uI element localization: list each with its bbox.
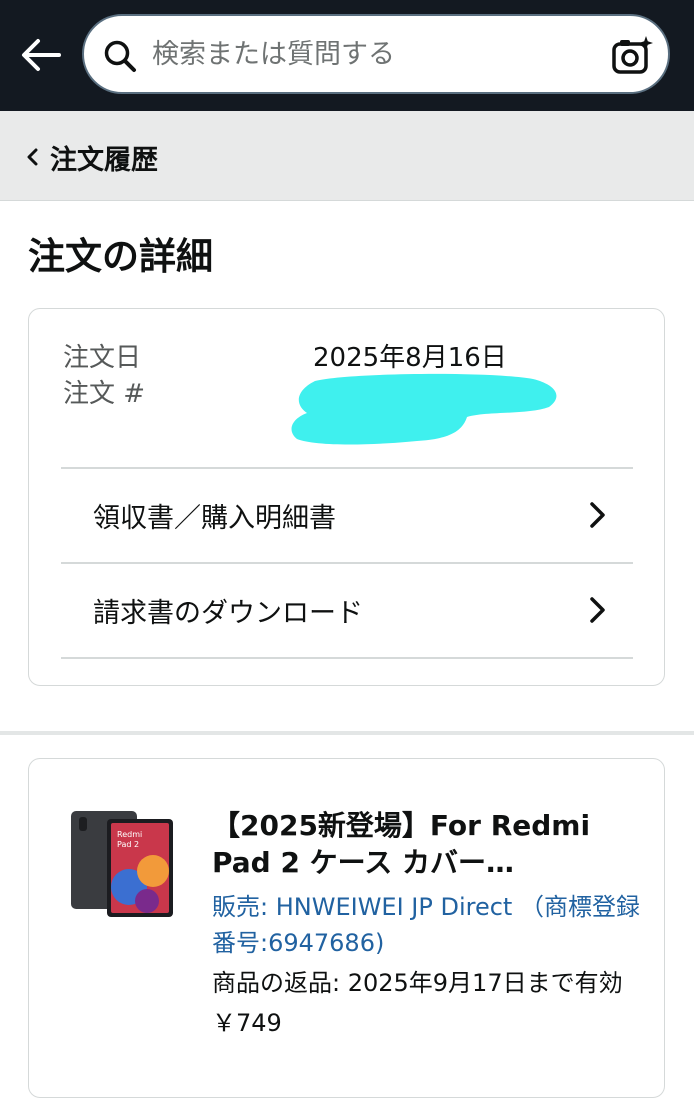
order-number-label: 注文 # bbox=[63, 379, 146, 409]
chevron-left-icon bbox=[27, 148, 38, 166]
item-price: ￥749 bbox=[212, 1009, 282, 1037]
page-title: 注文の詳細 bbox=[28, 235, 213, 278]
search-bar[interactable] bbox=[82, 14, 670, 94]
thumbnail-text: Redmi bbox=[117, 830, 142, 839]
item-details: 【2025新登場】For Redmi Pad 2 ケース カバー 【HNWEIW… bbox=[212, 807, 642, 1041]
redaction-mark bbox=[291, 373, 557, 445]
thumbnail-text: Pad 2 bbox=[117, 840, 139, 849]
invoice-download-label: 請求書のダウンロード bbox=[93, 597, 363, 629]
back-button[interactable] bbox=[18, 34, 64, 76]
chevron-right-icon bbox=[590, 502, 605, 528]
order-info-card: 注文日 2025年8月16日 注文 # 領収書／購入明細書 請求書のダウンロード bbox=[28, 308, 665, 686]
receipt-link[interactable]: 領収書／購入明細書 bbox=[61, 469, 633, 561]
receipt-link-label: 領収書／購入明細書 bbox=[93, 502, 336, 534]
search-input[interactable] bbox=[152, 32, 592, 76]
return-deadline: 商品の返品: 2025年9月17日まで有効 bbox=[212, 969, 623, 997]
product-thumbnail[interactable]: Redmi Pad 2 bbox=[67, 807, 179, 925]
arrow-left-icon bbox=[22, 39, 61, 71]
order-item-card: Redmi Pad 2 【2025新登場】For Redmi Pad 2 ケース… bbox=[28, 758, 665, 1098]
order-date-label: 注文日 bbox=[63, 343, 142, 373]
section-separator bbox=[0, 731, 694, 735]
seller-info: 販売: HNWEIWEI JP Direct （商標登録番号:6947686) bbox=[212, 889, 642, 961]
camera-search-icon[interactable] bbox=[610, 34, 654, 78]
search-icon bbox=[104, 40, 136, 72]
breadcrumb-bar: 注文履歴 bbox=[0, 111, 694, 201]
breadcrumb-label: 注文履歴 bbox=[50, 144, 158, 176]
breadcrumb-order-history[interactable]: 注文履歴 bbox=[26, 137, 158, 177]
seller-link[interactable]: HNWEIWEI JP Direct （商標登録番号:6947686) bbox=[212, 893, 640, 957]
seller-prefix: 販売: bbox=[212, 893, 276, 921]
top-bar bbox=[0, 0, 694, 111]
invoice-download-link[interactable]: 請求書のダウンロード bbox=[61, 564, 633, 656]
chevron-right-icon bbox=[590, 597, 605, 623]
order-date-value: 2025年8月16日 bbox=[313, 343, 507, 373]
item-title-link[interactable]: 【2025新登場】For Redmi Pad 2 ケース カバー 【HNWEIW… bbox=[212, 807, 642, 881]
divider bbox=[61, 657, 633, 659]
